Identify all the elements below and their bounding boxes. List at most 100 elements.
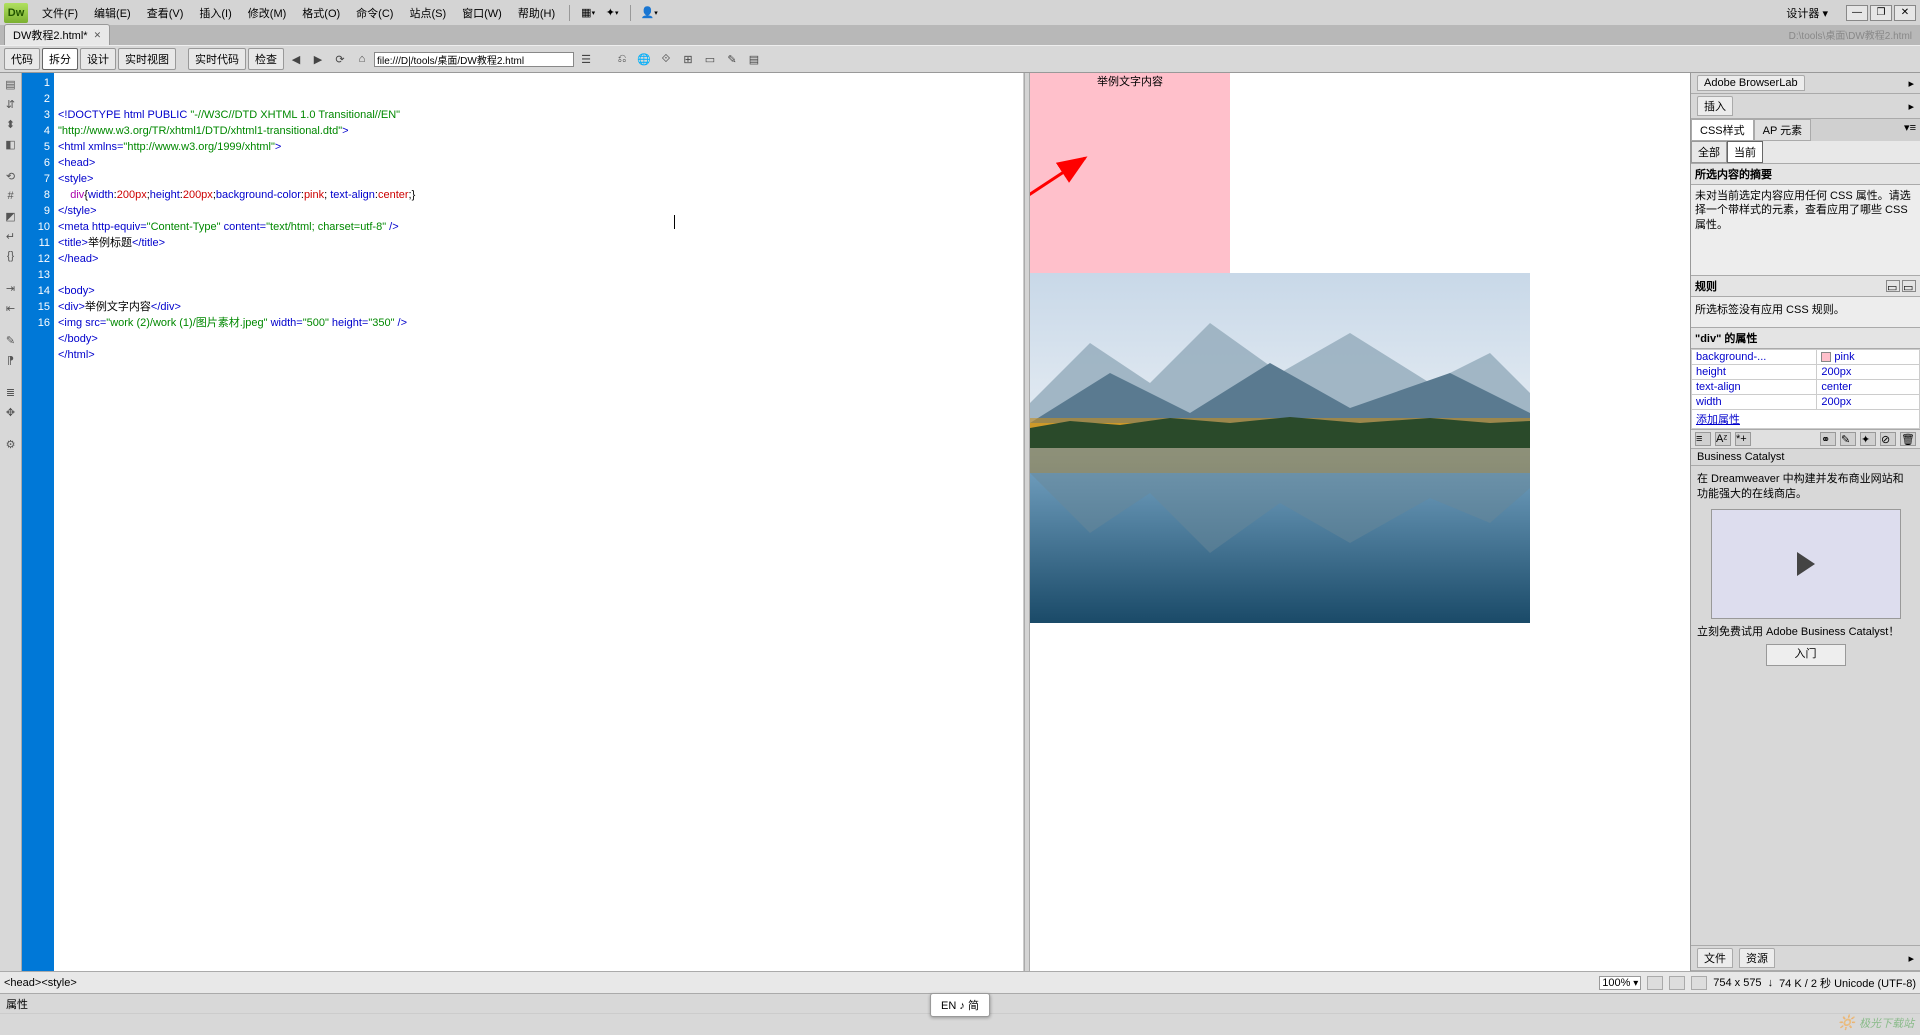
vtool-open-icon[interactable]: ▤ xyxy=(2,75,20,93)
select-tool-icon[interactable] xyxy=(1669,976,1685,990)
vtool-move-icon[interactable]: ✥ xyxy=(2,403,20,421)
ime-indicator[interactable]: EN ♪ 简 xyxy=(930,993,990,1017)
menu-item[interactable]: 编辑(E) xyxy=(86,4,139,24)
css-trash-icon[interactable]: 🗑 xyxy=(1900,432,1916,446)
extensions-icon[interactable]: ✦▾ xyxy=(603,4,621,22)
panels-sidebar: Adobe BrowserLab▸ 插入▸ CSS样式 AP 元素 ▾≡ 全部 … xyxy=(1690,73,1920,971)
css-icon-row: ≡ Aᶻ *+ ⚭ ✎ ✦ ⊘ 🗑 xyxy=(1691,429,1920,448)
css-current-button[interactable]: 当前 xyxy=(1727,141,1763,163)
ap-elements-tab[interactable]: AP 元素 xyxy=(1754,119,1812,141)
summary-body: 未对当前选定内容应用任何 CSS 属性。请选择一个带样式的元素，查看应用了哪些 … xyxy=(1691,185,1920,275)
css-mode-icon-3[interactable]: *+ xyxy=(1735,432,1751,446)
line-gutter: 12345678910111213141516 xyxy=(22,73,54,971)
tag-selector[interactable]: <head><style> 100% ▾ 754 x 575 ↓ 74 K / … xyxy=(0,971,1920,993)
refresh-icon[interactable]: ⟳ xyxy=(330,49,350,69)
inspect-button[interactable]: 检查 xyxy=(248,48,284,70)
vtool-highlight-icon[interactable]: ◩ xyxy=(2,207,20,225)
menu-item[interactable]: 插入(I) xyxy=(191,4,239,24)
vtool-syntax-icon[interactable]: {} xyxy=(2,247,20,265)
bc-video-thumb[interactable] xyxy=(1711,509,1901,619)
props-table[interactable]: background-...pinkheight200pxtext-alignc… xyxy=(1691,349,1920,429)
css-link-icon[interactable]: ⚭ xyxy=(1820,432,1836,446)
vtool-format-icon[interactable]: ⚙ xyxy=(2,435,20,453)
bc-header[interactable]: Business Catalyst xyxy=(1691,448,1920,466)
vtool-snippet-icon[interactable]: ✎ xyxy=(2,331,20,349)
hand-tool-icon[interactable] xyxy=(1647,976,1663,990)
menu-item[interactable]: 站点(S) xyxy=(401,4,454,24)
files-panel-tab[interactable]: 文件 资源 ▸ xyxy=(1691,945,1920,971)
menu-item[interactable]: 帮助(H) xyxy=(510,4,563,24)
home-icon[interactable]: ⌂ xyxy=(352,49,372,69)
live-code-button[interactable]: 实时代码 xyxy=(188,48,246,70)
vtool-collapse-icon[interactable]: ⇵ xyxy=(2,95,20,113)
document-tab-bar: DW教程2.html* ✕ D:\tools\桌面\DW教程2.html xyxy=(0,25,1920,45)
bc-start-button[interactable]: 入门 xyxy=(1766,644,1846,665)
browser-preview-icon[interactable]: 🌐 xyxy=(634,49,654,69)
document-tab[interactable]: DW教程2.html* ✕ xyxy=(4,24,110,45)
tool-icon-7[interactable]: ▤ xyxy=(744,49,764,69)
menu-item[interactable]: 查看(V) xyxy=(139,4,192,24)
preview-div-box[interactable]: 举例文字内容 xyxy=(1030,73,1230,273)
minimize-button[interactable]: — xyxy=(1846,5,1868,21)
summary-header: 所选内容的摘要 xyxy=(1691,164,1920,185)
tool-icon-1[interactable]: ⎌ xyxy=(612,49,632,69)
address-bar[interactable] xyxy=(374,52,574,67)
preview-image[interactable] xyxy=(1030,273,1530,623)
vtool-outdent-icon[interactable]: ⇤ xyxy=(2,299,20,317)
tool-icon-4[interactable]: ⊞ xyxy=(678,49,698,69)
css-all-button[interactable]: 全部 xyxy=(1691,141,1727,163)
props-header: "div" 的属性 xyxy=(1691,327,1920,349)
vtool-expand-icon[interactable]: ⬍ xyxy=(2,115,20,133)
app-logo: Dw xyxy=(4,3,28,23)
layout-icon[interactable]: ▦▾ xyxy=(579,4,597,22)
css-styles-tab[interactable]: CSS样式 xyxy=(1691,119,1754,141)
css-mode-icon-1[interactable]: ≡ xyxy=(1695,432,1711,446)
insert-panel-tab[interactable]: 插入▸ xyxy=(1691,94,1920,119)
viewport-dims: 754 x 575 xyxy=(1713,977,1761,989)
code-editor[interactable]: <!DOCTYPE html PUBLIC "-//W3C//DTD XHTML… xyxy=(54,73,1024,971)
tool-icon-6[interactable]: ✎ xyxy=(722,49,742,69)
vtool-comment-icon[interactable]: ⁋ xyxy=(2,351,20,369)
tool-icon-3[interactable]: ⟐ xyxy=(656,49,676,69)
menu-item[interactable]: 文件(F) xyxy=(34,4,86,24)
live-view-button[interactable]: 实时视图 xyxy=(118,48,176,70)
vertical-toolbar: ▤ ⇵ ⬍ ◧ ⟲ # ◩ ↵ {} ⇥ ⇤ ✎ ⁋ ≣ ✥ ⚙ xyxy=(0,73,22,971)
menu-item[interactable]: 格式(O) xyxy=(294,4,348,24)
tool-icon-5[interactable]: ▭ xyxy=(700,49,720,69)
tab-title: DW教程2.html* xyxy=(13,27,88,43)
page-info: 74 K / 2 秒 Unicode (UTF-8) xyxy=(1779,975,1916,991)
design-preview[interactable]: 举例文字内容 xyxy=(1030,73,1690,971)
list-icon[interactable]: ☰ xyxy=(576,49,596,69)
css-disable-icon[interactable]: ⊘ xyxy=(1880,432,1896,446)
menu-item[interactable]: 修改(M) xyxy=(240,4,295,24)
vtool-wrap-icon[interactable]: ↵ xyxy=(2,227,20,245)
close-button[interactable]: ✕ xyxy=(1894,5,1916,21)
rule-icon-1[interactable]: ▭ xyxy=(1886,280,1900,292)
designer-dropdown[interactable]: 设计器 ▾ xyxy=(1778,1,1836,25)
rule-icon-2[interactable]: ▭ xyxy=(1902,280,1916,292)
css-new-icon[interactable]: ✎ xyxy=(1840,432,1856,446)
add-property-link[interactable]: 添加属性 xyxy=(1696,414,1740,426)
css-edit-icon[interactable]: ✦ xyxy=(1860,432,1876,446)
forward-icon[interactable]: ▶ xyxy=(308,49,328,69)
design-view-button[interactable]: 设计 xyxy=(80,48,116,70)
maximize-button[interactable]: ❐ xyxy=(1870,5,1892,21)
browserlab-panel-tab[interactable]: Adobe BrowserLab▸ xyxy=(1691,73,1920,94)
menu-item[interactable]: 命令(C) xyxy=(348,4,401,24)
vtool-line-numbers-icon[interactable]: # xyxy=(2,187,20,205)
code-view-button[interactable]: 代码 xyxy=(4,48,40,70)
split-view-button[interactable]: 拆分 xyxy=(42,48,78,70)
user-icon[interactable]: 👤▾ xyxy=(640,4,658,22)
zoom-select[interactable]: 100% ▾ xyxy=(1599,976,1641,990)
menu-item[interactable]: 窗口(W) xyxy=(454,4,510,24)
play-icon xyxy=(1797,552,1815,576)
vtool-select-parent-icon[interactable]: ◧ xyxy=(2,135,20,153)
vtool-recent-icon[interactable]: ≣ xyxy=(2,383,20,401)
vtool-indent-icon[interactable]: ⇥ xyxy=(2,279,20,297)
tab-close-icon[interactable]: ✕ xyxy=(94,30,102,41)
vtool-balance-icon[interactable]: ⟲ xyxy=(2,167,20,185)
panel-menu-icon[interactable]: ▾≡ xyxy=(1900,119,1920,141)
zoom-tool-icon[interactable] xyxy=(1691,976,1707,990)
back-icon[interactable]: ◀ xyxy=(286,49,306,69)
css-mode-icon-2[interactable]: Aᶻ xyxy=(1715,432,1731,446)
